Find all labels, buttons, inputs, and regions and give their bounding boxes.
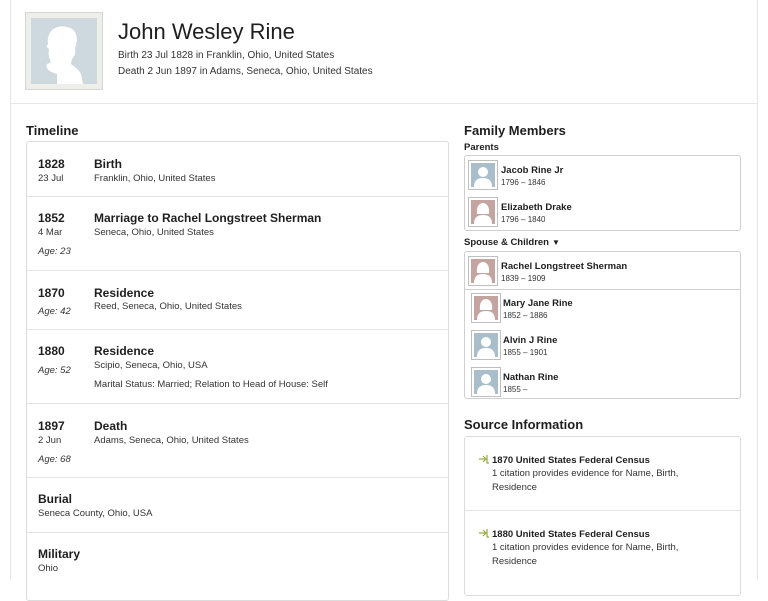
timeline-burial[interactable]: Burial Seneca County, Ohio, USA — [27, 478, 448, 533]
child-card[interactable]: Mary Jane Rine 1852 – 1886 — [465, 290, 740, 327]
person-dates: 1852 – 1886 — [503, 311, 548, 320]
profile-photo-placeholder[interactable] — [25, 12, 103, 90]
chevron-down-icon: ▼ — [551, 238, 560, 247]
timeline-military[interactable]: Military Ohio — [27, 533, 448, 593]
source-citation-icon — [478, 454, 490, 467]
child-card[interactable]: Alvin J Rine 1855 – 1901 — [465, 327, 740, 364]
male-avatar-icon — [468, 160, 498, 190]
person-name: Elizabeth Drake — [501, 202, 572, 213]
event-title: Residence — [94, 286, 155, 300]
source-citation-icon — [478, 528, 490, 541]
event-year: 1870 — [38, 286, 65, 300]
spouse-children-label: Spouse & Children — [464, 237, 549, 248]
parent-card[interactable]: Jacob Rine Jr 1796 – 1846 — [465, 157, 740, 194]
person-name: Nathan Rine — [503, 372, 559, 383]
person-dates: 1796 – 1840 — [501, 215, 546, 224]
event-year: 1880 — [38, 344, 65, 358]
military-place: Ohio — [38, 563, 59, 574]
male-avatar-icon — [471, 367, 501, 397]
source-item[interactable]: 1870 United States Federal Census 1 cita… — [465, 437, 740, 511]
male-silhouette-icon — [31, 18, 97, 84]
burial-place: Seneca County, Ohio, USA — [38, 508, 153, 519]
timeline-event[interactable]: 1870 Age: 42 Residence Reed, Seneca, Ohi… — [27, 271, 448, 330]
military-label: Military — [38, 547, 81, 561]
event-place: Franklin, Ohio, United States — [94, 173, 216, 184]
person-header: John Wesley Rine Birth 23 Jul 1828 in Fr… — [10, 0, 758, 104]
source-title[interactable]: 1870 United States Federal Census — [492, 455, 650, 466]
person-name: Mary Jane Rine — [503, 298, 573, 309]
burial-label: Burial — [38, 492, 73, 506]
event-title: Birth — [94, 157, 122, 171]
event-year: 1897 — [38, 419, 65, 433]
person-dates: 1855 – 1901 — [503, 348, 548, 357]
person-name: Jacob Rine Jr — [501, 165, 564, 176]
person-dates: 1839 – 1909 — [501, 274, 546, 283]
event-age: Age: 52 — [38, 365, 71, 376]
event-title: Residence — [94, 344, 155, 358]
event-date: 2 Jun — [38, 435, 62, 446]
person-name: Rachel Longstreet Sherman — [501, 261, 628, 272]
event-age: Age: 23 — [38, 246, 71, 257]
female-avatar-icon — [471, 293, 501, 323]
event-date: 4 Mar — [38, 227, 63, 238]
source-information-title: Source Information — [464, 417, 584, 432]
person-name: Alvin J Rine — [503, 335, 558, 346]
event-date: 23 Jul — [38, 173, 64, 184]
parents-list: Jacob Rine Jr 1796 – 1846 Elizabeth Drak… — [464, 155, 741, 231]
female-avatar-icon — [468, 256, 498, 286]
timeline-event[interactable]: 1852 4 Mar Age: 23 Marriage to Rachel Lo… — [27, 197, 448, 271]
timeline-panel: 1828 23 Jul Birth Franklin, Ohio, United… — [26, 141, 449, 601]
source-item[interactable]: 1880 United States Federal Census 1 cita… — [465, 512, 740, 596]
female-avatar-icon — [468, 197, 498, 227]
timeline-title: Timeline — [26, 123, 79, 138]
child-card[interactable]: Nathan Rine 1855 – — [465, 364, 740, 401]
person-dates: 1796 – 1846 — [501, 178, 546, 187]
birth-fact: Birth 23 Jul 1828 in Franklin, Ohio, Uni… — [118, 50, 335, 61]
family-members-title: Family Members — [464, 123, 566, 138]
death-fact: Death 2 Jun 1897 in Adams, Seneca, Ohio,… — [118, 66, 373, 77]
person-dates: 1855 – — [503, 385, 528, 394]
parents-label: Parents — [464, 142, 499, 153]
male-avatar-icon — [471, 330, 501, 360]
event-place: Reed, Seneca, Ohio, United States — [94, 301, 242, 312]
source-description: 1 citation provides evidence for Name, B… — [492, 468, 679, 493]
spouse-children-list: Rachel Longstreet Sherman 1839 – 1909 Ma… — [464, 251, 741, 399]
event-detail: Marital Status: Married; Relation to Hea… — [94, 379, 328, 390]
source-list: 1870 United States Federal Census 1 cita… — [464, 436, 741, 596]
event-year: 1828 — [38, 157, 65, 171]
event-title: Death — [94, 419, 128, 433]
event-place: Seneca, Ohio, United States — [94, 227, 214, 238]
event-age: Age: 42 — [38, 306, 71, 317]
event-place: Adams, Seneca, Ohio, United States — [94, 435, 249, 446]
source-title[interactable]: 1880 United States Federal Census — [492, 529, 650, 540]
spouse-card[interactable]: Rachel Longstreet Sherman 1839 – 1909 — [465, 253, 740, 290]
event-age: Age: 68 — [38, 454, 71, 465]
event-year: 1852 — [38, 211, 65, 225]
event-place: Scipio, Seneca, Ohio, USA — [94, 360, 208, 371]
timeline-event[interactable]: 1880 Age: 52 Residence Scipio, Seneca, O… — [27, 330, 448, 404]
event-title: Marriage to Rachel Longstreet Sherman — [94, 211, 322, 225]
timeline-event[interactable]: 1828 23 Jul Birth Franklin, Ohio, United… — [27, 142, 448, 197]
spouse-children-toggle[interactable]: Spouse & Children ▼ — [464, 237, 560, 248]
person-name: John Wesley Rine — [118, 19, 295, 44]
parent-card[interactable]: Elizabeth Drake 1796 – 1840 — [465, 194, 740, 231]
source-description: 1 citation provides evidence for Name, B… — [492, 542, 679, 567]
timeline-event[interactable]: 1897 2 Jun Age: 68 Death Adams, Seneca, … — [27, 404, 448, 478]
